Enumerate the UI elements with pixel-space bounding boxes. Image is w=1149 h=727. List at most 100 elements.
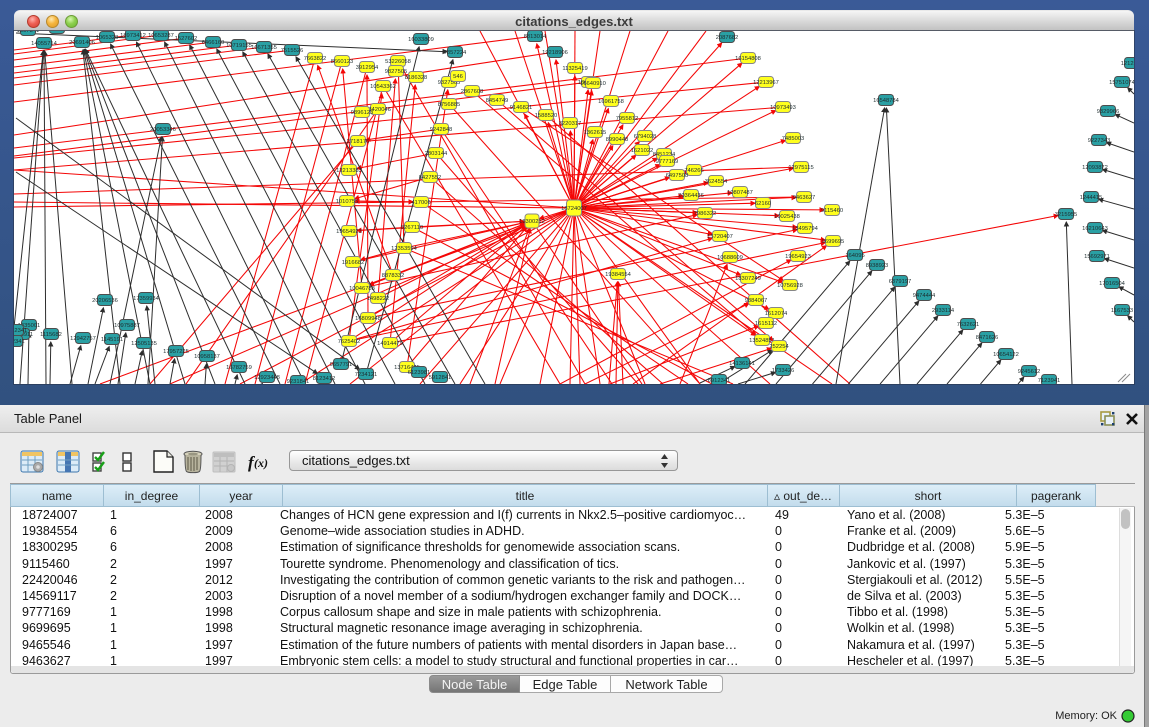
- svg-text:7234121: 7234121: [355, 372, 378, 378]
- svg-text:12505135: 12505135: [131, 341, 157, 347]
- svg-text:10756928: 10756928: [777, 283, 803, 289]
- svg-text:8990448: 8990448: [606, 137, 629, 143]
- svg-text:7632621: 7632621: [957, 322, 980, 328]
- svg-text:19218906: 19218906: [542, 50, 568, 56]
- svg-text:7857224: 7857224: [444, 50, 467, 56]
- svg-text:12942757: 12942757: [70, 336, 96, 342]
- svg-text:15720407: 15720407: [707, 234, 733, 240]
- svg-text:(x): (x): [254, 456, 268, 470]
- svg-text:10688609: 10688609: [717, 255, 743, 261]
- svg-text:10543362: 10543362: [370, 84, 396, 90]
- svg-text:14136141: 14136141: [729, 361, 755, 367]
- svg-text:8267110: 8267110: [401, 225, 423, 231]
- svg-text:12353594: 12353594: [391, 246, 418, 252]
- svg-text:16961758: 16961758: [598, 99, 624, 105]
- svg-text:12093872: 12093872: [1082, 165, 1108, 171]
- svg-text:8454749: 8454749: [486, 98, 509, 104]
- svg-text:3215955: 3215955: [1055, 212, 1078, 218]
- svg-text:7515526: 7515526: [281, 48, 304, 54]
- svg-text:17957225: 17957225: [163, 349, 189, 355]
- svg-text:9115460: 9115460: [821, 208, 843, 214]
- svg-text:9699695: 9699695: [822, 239, 845, 245]
- svg-text:7485003: 7485003: [782, 136, 805, 142]
- svg-text:18307249: 18307249: [735, 276, 761, 282]
- svg-text:9227343: 9227343: [1088, 138, 1111, 144]
- svg-text:8186328: 8186328: [405, 75, 428, 81]
- svg-text:6379197: 6379197: [889, 279, 912, 285]
- svg-text:18495794: 18495794: [792, 226, 819, 232]
- svg-text:7123941: 7123941: [1038, 378, 1061, 384]
- svg-text:19654923: 19654923: [336, 229, 362, 235]
- svg-text:6466160: 6466160: [202, 40, 225, 46]
- svg-text:3912954: 3912954: [356, 65, 379, 71]
- svg-text:3624554: 3624554: [705, 179, 728, 185]
- svg-text:12975115: 12975115: [788, 165, 813, 171]
- svg-text:14055714: 14055714: [31, 41, 58, 47]
- svg-text:1615112: 1615112: [755, 321, 777, 327]
- svg-text:6497508: 6497508: [666, 173, 689, 179]
- svg-text:8427552: 8427552: [419, 175, 442, 181]
- svg-text:20053346: 20053346: [150, 127, 176, 133]
- svg-text:16671355: 16671355: [251, 45, 277, 51]
- svg-text:10654122: 10654122: [993, 352, 1019, 358]
- svg-text:19384554: 19384554: [605, 272, 632, 278]
- svg-text:16782759: 16782759: [226, 365, 252, 371]
- svg-text:1145191: 1145191: [101, 337, 123, 343]
- svg-text:16154808: 16154808: [735, 56, 761, 62]
- svg-text:2803144: 2803144: [425, 151, 448, 157]
- svg-text:8220317: 8220317: [559, 121, 582, 127]
- svg-text:912341: 912341: [14, 339, 25, 345]
- svg-text:1244415: 1244415: [1080, 195, 1103, 201]
- svg-text:1527602: 1527602: [175, 36, 198, 42]
- svg-text:1065328: 1065328: [96, 35, 119, 41]
- svg-text:1733426: 1733426: [772, 368, 795, 374]
- svg-text:12923448: 12923448: [254, 375, 280, 381]
- svg-text:20691406: 20691406: [69, 40, 95, 46]
- svg-text:7663822: 7663822: [304, 56, 327, 62]
- svg-text:1621022: 1621022: [631, 148, 654, 154]
- svg-text:1897341: 1897341: [17, 31, 40, 34]
- svg-text:15692971: 15692971: [1084, 254, 1110, 260]
- svg-text:9896123: 9896123: [351, 110, 374, 116]
- svg-text:9231841: 9231841: [287, 379, 310, 384]
- svg-text:2867608: 2867608: [461, 89, 484, 95]
- svg-text:8756885: 8756885: [438, 102, 461, 108]
- svg-text:8912341: 8912341: [708, 378, 731, 384]
- svg-text:546: 546: [453, 74, 463, 80]
- svg-text:18300212: 18300212: [519, 219, 545, 225]
- svg-text:8878332: 8878332: [382, 273, 405, 279]
- svg-text:2087682: 2087682: [716, 35, 739, 41]
- svg-text:1115682: 1115682: [40, 332, 62, 338]
- svg-text:9245612: 9245612: [1018, 369, 1041, 375]
- svg-text:8938923: 8938923: [866, 263, 889, 269]
- svg-text:16809948: 16809948: [355, 316, 381, 322]
- svg-text:9777169: 9777169: [656, 159, 679, 165]
- svg-text:1167533: 1167533: [1111, 308, 1133, 314]
- svg-text:1612074: 1612074: [765, 311, 788, 317]
- svg-text:16548784: 16548784: [873, 98, 900, 104]
- svg-text:1362615: 1362615: [584, 130, 607, 136]
- svg-text:16033809: 16033809: [408, 37, 434, 43]
- svg-text:16210643: 16210643: [1082, 226, 1108, 232]
- svg-text:2933114: 2933114: [932, 308, 955, 314]
- svg-text:7625402: 7625402: [338, 339, 361, 345]
- svg-text:1010755: 1010755: [336, 199, 359, 205]
- svg-text:53226058: 53226058: [385, 59, 411, 65]
- svg-text:8471626: 8471626: [976, 335, 999, 341]
- svg-text:12213967: 12213967: [753, 80, 779, 86]
- svg-text:17016504: 17016504: [1099, 281, 1126, 287]
- svg-text:9146821: 9146821: [510, 105, 533, 111]
- svg-text:10719155: 10719155: [226, 43, 252, 49]
- svg-text:6123981: 6123981: [408, 370, 431, 376]
- svg-text:18973412: 18973412: [120, 33, 146, 39]
- svg-text:8660123: 8660123: [331, 59, 354, 65]
- svg-text:6794028: 6794028: [634, 134, 657, 140]
- svg-text:9463627: 9463627: [793, 195, 816, 201]
- svg-text:10958137: 10958137: [194, 354, 220, 360]
- svg-text:252254: 252254: [769, 344, 789, 350]
- svg-text:20364436: 20364436: [678, 193, 704, 199]
- svg-text:12213383: 12213383: [336, 168, 362, 174]
- svg-text:20206536: 20206536: [92, 298, 118, 304]
- svg-text:17359934: 17359934: [133, 296, 160, 302]
- svg-text:10975887: 10975887: [114, 323, 140, 329]
